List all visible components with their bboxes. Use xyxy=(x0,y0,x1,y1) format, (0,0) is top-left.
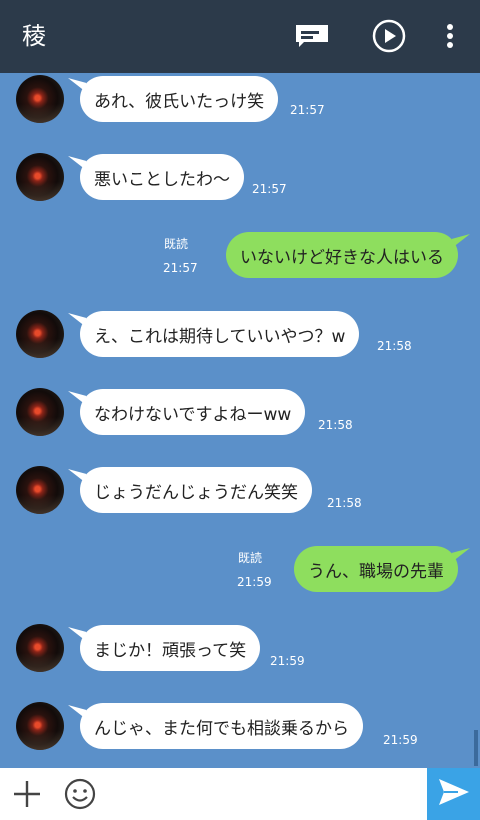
message-row: あれ、彼氏いたっけ笑 21:57 xyxy=(0,73,480,129)
plus-icon[interactable] xyxy=(9,776,45,812)
incoming-message-bubble[interactable]: あれ、彼氏いたっけ笑 xyxy=(80,76,279,122)
message-row: まじか！頑張って笑 21:59 xyxy=(0,618,480,678)
outgoing-message-bubble[interactable]: うん、職場の先輩 xyxy=(294,546,458,592)
message-time: 21:59 xyxy=(237,575,272,589)
send-icon xyxy=(438,778,470,810)
message-text: なわけないですよねーww xyxy=(94,404,292,425)
note-icon[interactable] xyxy=(294,18,330,54)
avatar[interactable] xyxy=(16,75,64,123)
chat-title: 稜 xyxy=(22,22,46,50)
read-receipt: 既読 xyxy=(164,237,189,251)
message-row: 既読 21:59 うん、職場の先輩 xyxy=(0,539,480,599)
chat-header: 稜 xyxy=(0,0,480,73)
message-time: 21:58 xyxy=(327,496,362,510)
message-time: 21:57 xyxy=(163,261,198,275)
avatar[interactable] xyxy=(16,624,64,672)
message-row: んじゃ、また何でも相談乗るから 21:59 xyxy=(0,696,480,756)
message-text: え、これは期待していいやつ？w xyxy=(94,326,346,347)
read-receipt: 既読 xyxy=(238,551,263,565)
message-time: 21:59 xyxy=(270,654,305,668)
avatar[interactable] xyxy=(16,466,64,514)
smiley-icon[interactable] xyxy=(62,776,98,812)
message-row: 既読 21:57 いないけど好きな人はいる xyxy=(0,225,480,285)
message-text: まじか！頑張って笑 xyxy=(94,640,247,661)
message-input-bar xyxy=(0,768,480,820)
scrollbar-thumb[interactable] xyxy=(474,730,478,766)
message-list[interactable]: あれ、彼氏いたっけ笑 21:57 悪いことしたわ〜 21:57 既読 21:57… xyxy=(0,73,480,768)
send-button[interactable] xyxy=(427,768,480,820)
message-text: いないけど好きな人はいる xyxy=(240,247,444,268)
message-row: 悪いことしたわ〜 21:57 xyxy=(0,147,480,207)
incoming-message-bubble[interactable]: なわけないですよねーww xyxy=(80,389,306,435)
message-text: じょうだんじょうだん笑笑 xyxy=(94,482,298,503)
message-text: うん、職場の先輩 xyxy=(308,561,444,582)
message-text: あれ、彼氏いたっけ笑 xyxy=(94,91,265,112)
message-row: え、これは期待していいやつ？w 21:58 xyxy=(0,304,480,364)
incoming-message-bubble[interactable]: え、これは期待していいやつ？w xyxy=(80,311,360,357)
avatar[interactable] xyxy=(16,153,64,201)
message-time: 21:57 xyxy=(290,103,325,117)
avatar[interactable] xyxy=(16,702,64,750)
message-row: じょうだんじょうだん笑笑 21:58 xyxy=(0,460,480,520)
incoming-message-bubble[interactable]: 悪いことしたわ〜 xyxy=(80,154,244,200)
message-text: んじゃ、また何でも相談乗るから xyxy=(94,718,349,739)
avatar[interactable] xyxy=(16,310,64,358)
message-time: 21:58 xyxy=(318,418,353,432)
message-time: 21:58 xyxy=(377,339,412,353)
message-text: 悪いことしたわ〜 xyxy=(94,169,230,190)
more-vertical-icon[interactable] xyxy=(432,18,468,54)
incoming-message-bubble[interactable]: じょうだんじょうだん笑笑 xyxy=(80,467,312,513)
message-time: 21:59 xyxy=(383,733,418,747)
incoming-message-bubble[interactable]: まじか！頑張って笑 xyxy=(80,625,261,671)
incoming-message-bubble[interactable]: んじゃ、また何でも相談乗るから xyxy=(80,703,363,749)
message-row: なわけないですよねーww 21:58 xyxy=(0,382,480,442)
avatar[interactable] xyxy=(16,388,64,436)
message-time: 21:57 xyxy=(252,182,287,196)
play-icon[interactable] xyxy=(371,18,407,54)
outgoing-message-bubble[interactable]: いないけど好きな人はいる xyxy=(226,232,458,278)
